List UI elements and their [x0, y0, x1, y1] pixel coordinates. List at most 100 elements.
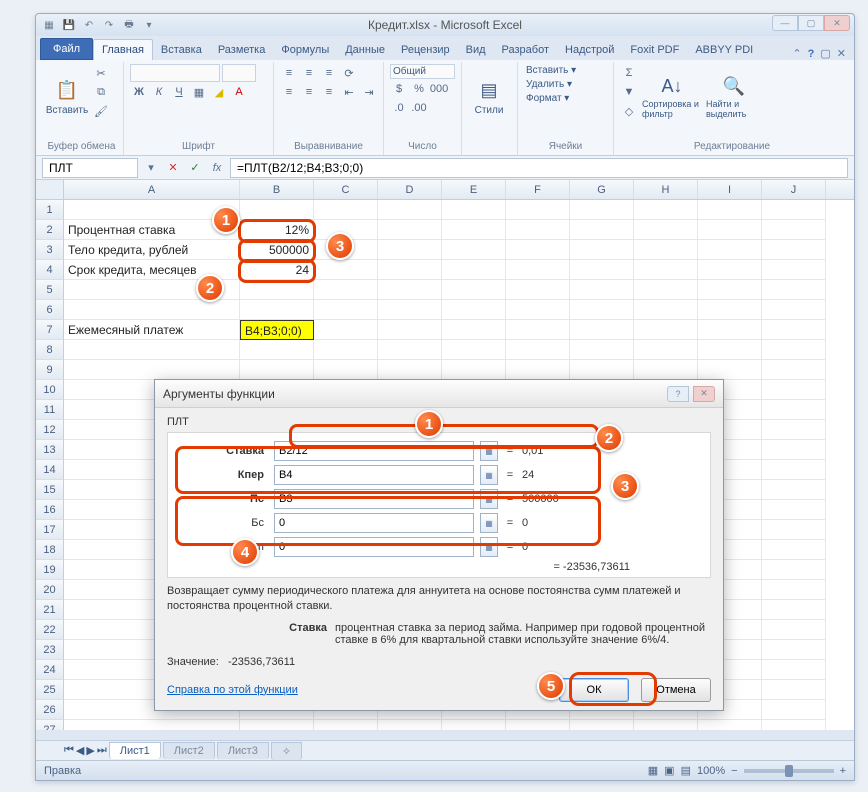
tab-layout[interactable]: Разметка [210, 40, 274, 60]
sheet-nav-next-icon[interactable]: ▶ [86, 744, 94, 757]
tab-formulas[interactable]: Формулы [273, 40, 337, 60]
cell-B5[interactable] [240, 280, 314, 300]
cell-I5[interactable] [698, 280, 762, 300]
row-header[interactable]: 24 [36, 660, 64, 680]
sheet-tab-2[interactable]: Лист2 [163, 742, 215, 759]
cell-J18[interactable] [762, 540, 826, 560]
cell-B9[interactable] [240, 360, 314, 380]
name-box-dropdown-icon[interactable]: ▾ [142, 159, 160, 177]
number-format-select[interactable]: Общий [390, 64, 455, 79]
cell-A3[interactable]: Тело кредита, рублей [64, 240, 240, 260]
cell-A9[interactable] [64, 360, 240, 380]
sheet-nav-prev-icon[interactable]: ◀ [76, 744, 84, 757]
col-header-E[interactable]: E [442, 180, 506, 199]
row-header[interactable]: 20 [36, 580, 64, 600]
cell-J23[interactable] [762, 640, 826, 660]
cell-A8[interactable] [64, 340, 240, 360]
cell-J9[interactable] [762, 360, 826, 380]
row-header[interactable]: 10 [36, 380, 64, 400]
formula-input[interactable] [230, 158, 848, 178]
row-header[interactable]: 16 [36, 500, 64, 520]
cell-E7[interactable] [442, 320, 506, 340]
cell-E9[interactable] [442, 360, 506, 380]
cells-delete[interactable]: Удалить ▾ [524, 78, 574, 91]
print-icon[interactable]: 🖶 [120, 16, 138, 34]
cell-B2[interactable]: 12% [240, 220, 314, 240]
cell-I1[interactable] [698, 200, 762, 220]
cell-J26[interactable] [762, 700, 826, 720]
cell-J25[interactable] [762, 680, 826, 700]
cell-F8[interactable] [506, 340, 570, 360]
cell-J8[interactable] [762, 340, 826, 360]
cell-G7[interactable] [570, 320, 634, 340]
arg-input-Бс[interactable] [274, 513, 474, 533]
cell-J19[interactable] [762, 560, 826, 580]
row-header[interactable]: 23 [36, 640, 64, 660]
cell-F2[interactable] [506, 220, 570, 240]
cell-D5[interactable] [378, 280, 442, 300]
row-header[interactable]: 21 [36, 600, 64, 620]
currency-icon[interactable]: $ [390, 80, 408, 98]
cell-E3[interactable] [442, 240, 506, 260]
row-header[interactable]: 5 [36, 280, 64, 300]
cell-D27[interactable] [378, 720, 442, 730]
row-header[interactable]: 27 [36, 720, 64, 730]
cell-F6[interactable] [506, 300, 570, 320]
cell-J4[interactable] [762, 260, 826, 280]
cell-C27[interactable] [314, 720, 378, 730]
arg-input-Ставка[interactable] [274, 441, 474, 461]
cell-A7[interactable]: Ежемесяный платеж [64, 320, 240, 340]
row-header[interactable]: 26 [36, 700, 64, 720]
minimize-button[interactable]: — [772, 15, 798, 31]
indent-dec-icon[interactable]: ⇤ [340, 83, 358, 101]
cut-icon[interactable]: ✂ [92, 64, 110, 82]
dialog-close-button[interactable]: ✕ [693, 386, 715, 402]
decrease-decimal-icon[interactable]: .00 [410, 99, 428, 117]
fx-icon[interactable]: fx [208, 159, 226, 177]
cell-H3[interactable] [634, 240, 698, 260]
cell-H9[interactable] [634, 360, 698, 380]
zoom-level[interactable]: 100% [697, 765, 725, 777]
tab-dev[interactable]: Разработ [494, 40, 557, 60]
cancel-formula-icon[interactable]: ✕ [164, 159, 182, 177]
cell-E5[interactable] [442, 280, 506, 300]
cell-E27[interactable] [442, 720, 506, 730]
cells-insert[interactable]: Вставить ▾ [524, 64, 578, 77]
bold-button[interactable]: Ж [130, 83, 148, 101]
cell-J21[interactable] [762, 600, 826, 620]
cell-E2[interactable] [442, 220, 506, 240]
cell-J22[interactable] [762, 620, 826, 640]
cell-F27[interactable] [506, 720, 570, 730]
sheet-nav-first-icon[interactable]: ⏮ [64, 744, 74, 757]
cell-J2[interactable] [762, 220, 826, 240]
align-center-icon[interactable]: ≡ [300, 83, 318, 101]
row-header[interactable]: 3 [36, 240, 64, 260]
cell-E6[interactable] [442, 300, 506, 320]
cell-B7[interactable]: B4;B3;0;0) [240, 320, 314, 340]
cells-format[interactable]: Формат ▾ [524, 92, 571, 105]
cell-J3[interactable] [762, 240, 826, 260]
autosum-icon[interactable]: Σ [620, 64, 638, 82]
cell-E8[interactable] [442, 340, 506, 360]
indent-inc-icon[interactable]: ⇥ [360, 83, 378, 101]
cell-G8[interactable] [570, 340, 634, 360]
cell-G3[interactable] [570, 240, 634, 260]
tab-view[interactable]: Вид [458, 40, 494, 60]
undo-icon[interactable]: ↶ [80, 16, 98, 34]
cell-I27[interactable] [698, 720, 762, 730]
cell-C9[interactable] [314, 360, 378, 380]
cell-F1[interactable] [506, 200, 570, 220]
row-header[interactable]: 7 [36, 320, 64, 340]
font-color-icon[interactable]: A [230, 83, 248, 101]
cell-D2[interactable] [378, 220, 442, 240]
col-header-H[interactable]: H [634, 180, 698, 199]
paste-button[interactable]: 📋 Вставить [46, 64, 88, 130]
percent-icon[interactable]: % [410, 80, 428, 98]
close-button[interactable]: ✕ [824, 15, 850, 31]
excel-app-icon[interactable]: ▦ [40, 16, 58, 34]
tab-insert[interactable]: Вставка [153, 40, 210, 60]
col-header-B[interactable]: B [240, 180, 314, 199]
cell-B6[interactable] [240, 300, 314, 320]
ribbon-close-icon[interactable]: ✕ [837, 47, 846, 60]
cell-C4[interactable] [314, 260, 378, 280]
